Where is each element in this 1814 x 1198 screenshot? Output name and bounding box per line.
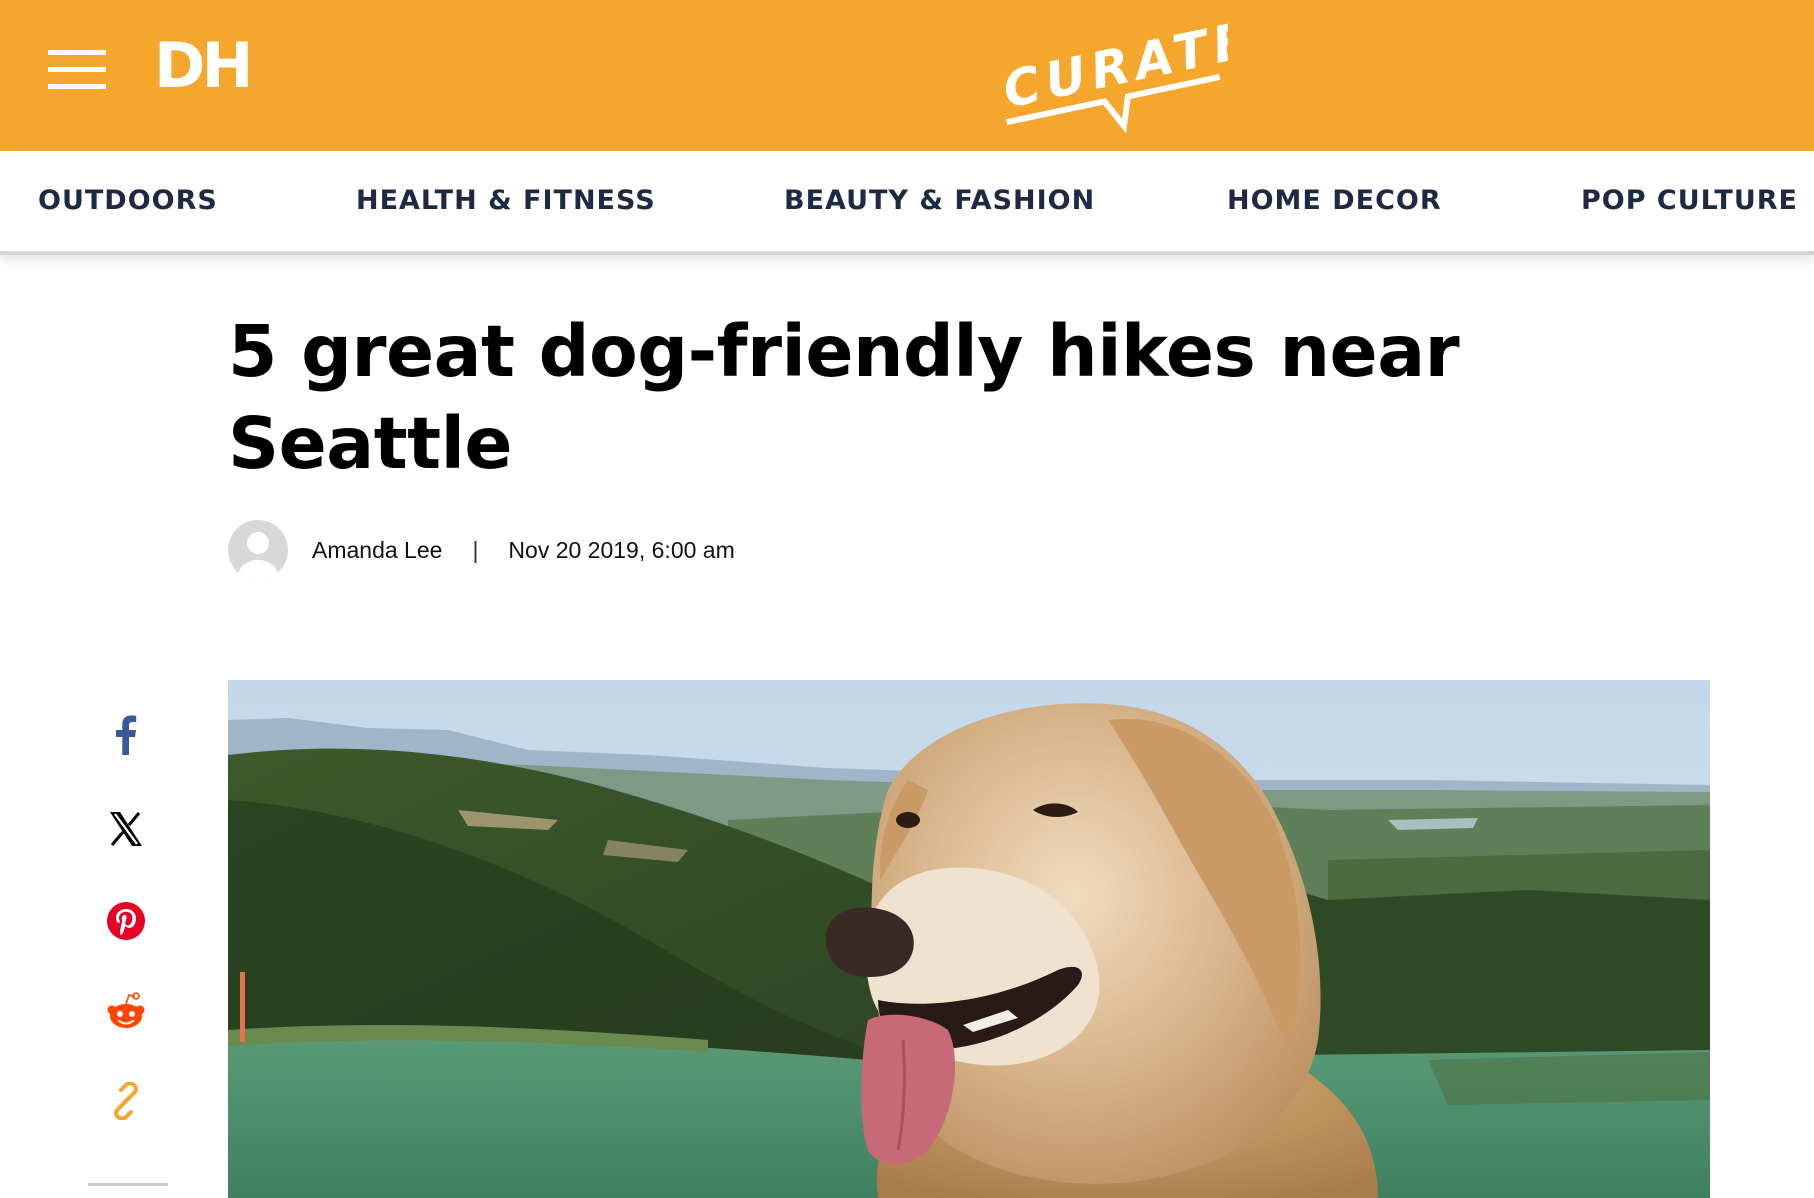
author-avatar[interactable] xyxy=(228,520,288,580)
headline-line-1: 5 great dog-friendly hikes near xyxy=(228,310,1460,393)
facebook-icon xyxy=(116,715,137,755)
pinterest-icon xyxy=(107,902,145,940)
nav-item-home-decor[interactable]: HOME DECOR xyxy=(1227,151,1442,251)
site-header: DH CURATED xyxy=(0,0,1814,151)
x-icon xyxy=(110,812,142,846)
hero-image xyxy=(228,680,1710,1198)
reddit-icon xyxy=(107,992,145,1028)
share-reddit-button[interactable] xyxy=(88,981,164,1041)
share-copy-link-button[interactable] xyxy=(88,1071,164,1131)
nav-item-pop-culture[interactable]: POP CULTURE xyxy=(1581,151,1798,251)
share-x-button[interactable] xyxy=(88,799,164,859)
nav-item-beauty-fashion[interactable]: BEAUTY & FASHION xyxy=(784,151,1095,251)
golden-retriever-photo xyxy=(228,680,1710,1198)
dh-logo[interactable]: DH xyxy=(154,34,253,98)
category-nav: OUTDOORS HEALTH & FITNESS BEAUTY & FASHI… xyxy=(0,151,1814,255)
headline-line-2: Seattle xyxy=(228,402,513,485)
article-headline: 5 great dog-friendly hikes near Seattle xyxy=(228,306,1528,490)
nav-item-outdoors[interactable]: OUTDOORS xyxy=(38,151,218,251)
author-name[interactable]: Amanda Lee xyxy=(312,537,442,564)
share-pinterest-button[interactable] xyxy=(88,891,164,951)
publish-date: Nov 20 2019, 6:00 am xyxy=(508,536,735,563)
link-icon xyxy=(114,1082,138,1120)
nav-item-health-fitness[interactable]: HEALTH & FITNESS xyxy=(356,151,656,251)
menu-icon[interactable] xyxy=(48,50,106,90)
byline-separator: | xyxy=(472,536,479,563)
share-rail-divider xyxy=(88,1183,168,1186)
curated-logo[interactable]: CURATED xyxy=(988,0,1228,140)
share-facebook-button[interactable] xyxy=(88,705,164,765)
curated-logo-text: CURATED xyxy=(998,0,1228,119)
byline: Amanda Lee | Nov 20 2019, 6:00 am xyxy=(228,520,735,580)
user-icon xyxy=(238,532,278,580)
